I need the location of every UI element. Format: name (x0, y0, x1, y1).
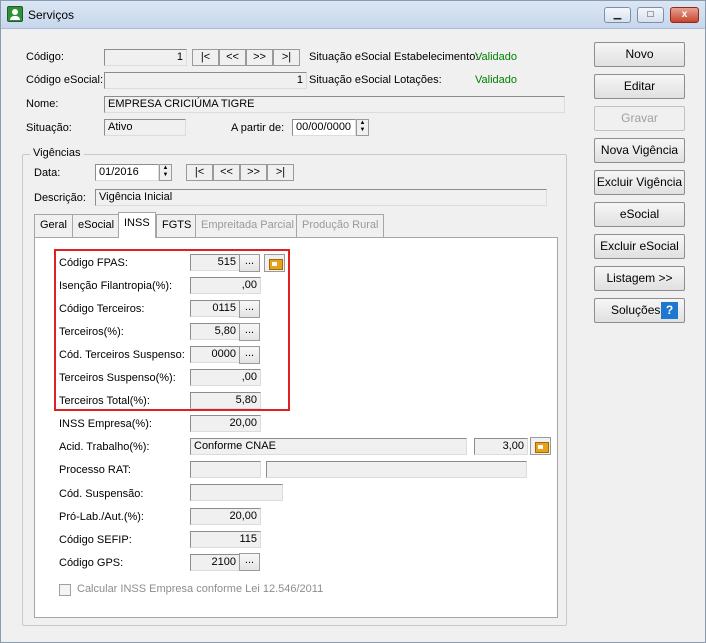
gravar-button[interactable]: Gravar (594, 106, 685, 131)
highlight-box (54, 249, 290, 411)
excluir-vigencia-button[interactable]: Excluir Vigência (594, 170, 685, 195)
tab-geral[interactable]: Geral (34, 214, 73, 237)
tab-fgts[interactable]: FGTS (156, 214, 198, 237)
tab-esocial[interactable]: eSocial (72, 214, 121, 237)
vig-nav-next-button[interactable]: >> (240, 164, 267, 181)
situacao-field[interactable]: Ativo (104, 119, 186, 136)
pro-lab-field[interactable]: 20,00 (190, 508, 261, 525)
codigo-esocial-label: Código eSocial: (26, 74, 104, 86)
situacao-estab-value: Validado (475, 51, 517, 63)
maximize-button[interactable]: □ (637, 7, 664, 23)
vig-nav-last-button[interactable]: >| (267, 164, 294, 181)
novo-button[interactable]: Novo (594, 42, 685, 67)
situacao-lot-value: Validado (475, 74, 517, 86)
data-label: Data: (34, 167, 61, 179)
cod-suspensao-field[interactable] (190, 484, 283, 501)
titlebar: Serviços ▁ □ x (1, 1, 705, 29)
calc-inss-checkbox[interactable] (59, 584, 71, 596)
data-spinner[interactable]: ▲ ▼ (159, 164, 172, 181)
solucoes-label: Soluções (611, 303, 661, 317)
editar-button[interactable]: Editar (594, 74, 685, 99)
a-partir-label: A partir de: (231, 122, 285, 134)
minimize-button[interactable]: ▁ (604, 7, 631, 23)
acid-trabalho-select[interactable]: Conforme CNAE (190, 438, 467, 455)
nav-prev-button[interactable]: << (219, 49, 246, 66)
inss-empresa-label: INSS Empresa(%): (59, 418, 152, 430)
vigencias-title: Vigências (30, 147, 84, 159)
help-icon: ? (661, 302, 678, 319)
tab-inss[interactable]: INSS (118, 212, 156, 238)
codigo-gps-label: Código GPS: (59, 557, 124, 569)
nav-first-button[interactable]: |< (192, 49, 219, 66)
tab-empreitada-parcial[interactable]: Empreitada Parcial (195, 214, 300, 237)
codigo-gps-lookup-button[interactable]: ... (239, 553, 260, 571)
nav-last-button[interactable]: >| (273, 49, 300, 66)
window: Serviços ▁ □ x Código: 1 |< << >> >| Sit… (0, 0, 706, 643)
tab-producao-rural[interactable]: Produção Rural (296, 214, 385, 237)
pro-lab-label: Pró-Lab./Aut.(%): (59, 511, 144, 523)
calc-inss-label: Calcular INSS Empresa conforme Lei 12.54… (77, 583, 324, 595)
vig-nav-prev-button[interactable]: << (213, 164, 240, 181)
cod-suspensao-label: Cód. Suspensão: (59, 488, 144, 500)
codigo-gps-field[interactable]: 2100 (190, 554, 240, 571)
acid-trabalho-label: Acid. Trabalho(%): (59, 441, 150, 453)
excluir-esocial-button[interactable]: Excluir eSocial (594, 234, 685, 259)
esocial-button[interactable]: eSocial (594, 202, 685, 227)
codigo-field[interactable]: 1 (104, 49, 187, 66)
a-partir-spinner[interactable]: ▲ ▼ (356, 119, 369, 136)
codigo-sefip-field[interactable]: 115 (190, 531, 261, 548)
acid-trabalho-field[interactable]: 3,00 (474, 438, 528, 455)
processo-rat-field[interactable] (190, 461, 261, 478)
a-partir-field[interactable]: 00/00/0000 (292, 119, 356, 136)
listagem-button[interactable]: Listagem >> (594, 266, 685, 291)
acid-trabalho-folder-icon[interactable] (530, 437, 551, 455)
nav-next-button[interactable]: >> (246, 49, 273, 66)
situacao-lot-label: Situação eSocial Lotações: (309, 74, 442, 86)
close-button[interactable]: x (670, 7, 699, 23)
inss-empresa-field[interactable]: 20,00 (190, 415, 261, 432)
descricao-label: Descrição: (34, 192, 86, 204)
vig-nav-first-button[interactable]: |< (186, 164, 213, 181)
app-icon (7, 6, 23, 22)
nova-vigencia-button[interactable]: Nova Vigência (594, 138, 685, 163)
processo-rat-desc-field[interactable] (266, 461, 527, 478)
situacao-label: Situação: (26, 122, 72, 134)
codigo-sefip-label: Código SEFIP: (59, 534, 132, 546)
descricao-field[interactable]: Vigência Inicial (95, 189, 547, 206)
nome-label: Nome: (26, 98, 59, 110)
data-field[interactable]: 01/2016 (95, 164, 159, 181)
processo-rat-label: Processo RAT: (59, 464, 131, 476)
codigo-label: Código: (26, 51, 64, 63)
codigo-esocial-field[interactable]: 1 (104, 72, 307, 89)
window-title: Serviços (28, 8, 75, 22)
situacao-estab-label: Situação eSocial Estabelecimento: (309, 51, 479, 63)
nome-field[interactable]: EMPRESA CRICIÚMA TIGRE (104, 96, 565, 113)
